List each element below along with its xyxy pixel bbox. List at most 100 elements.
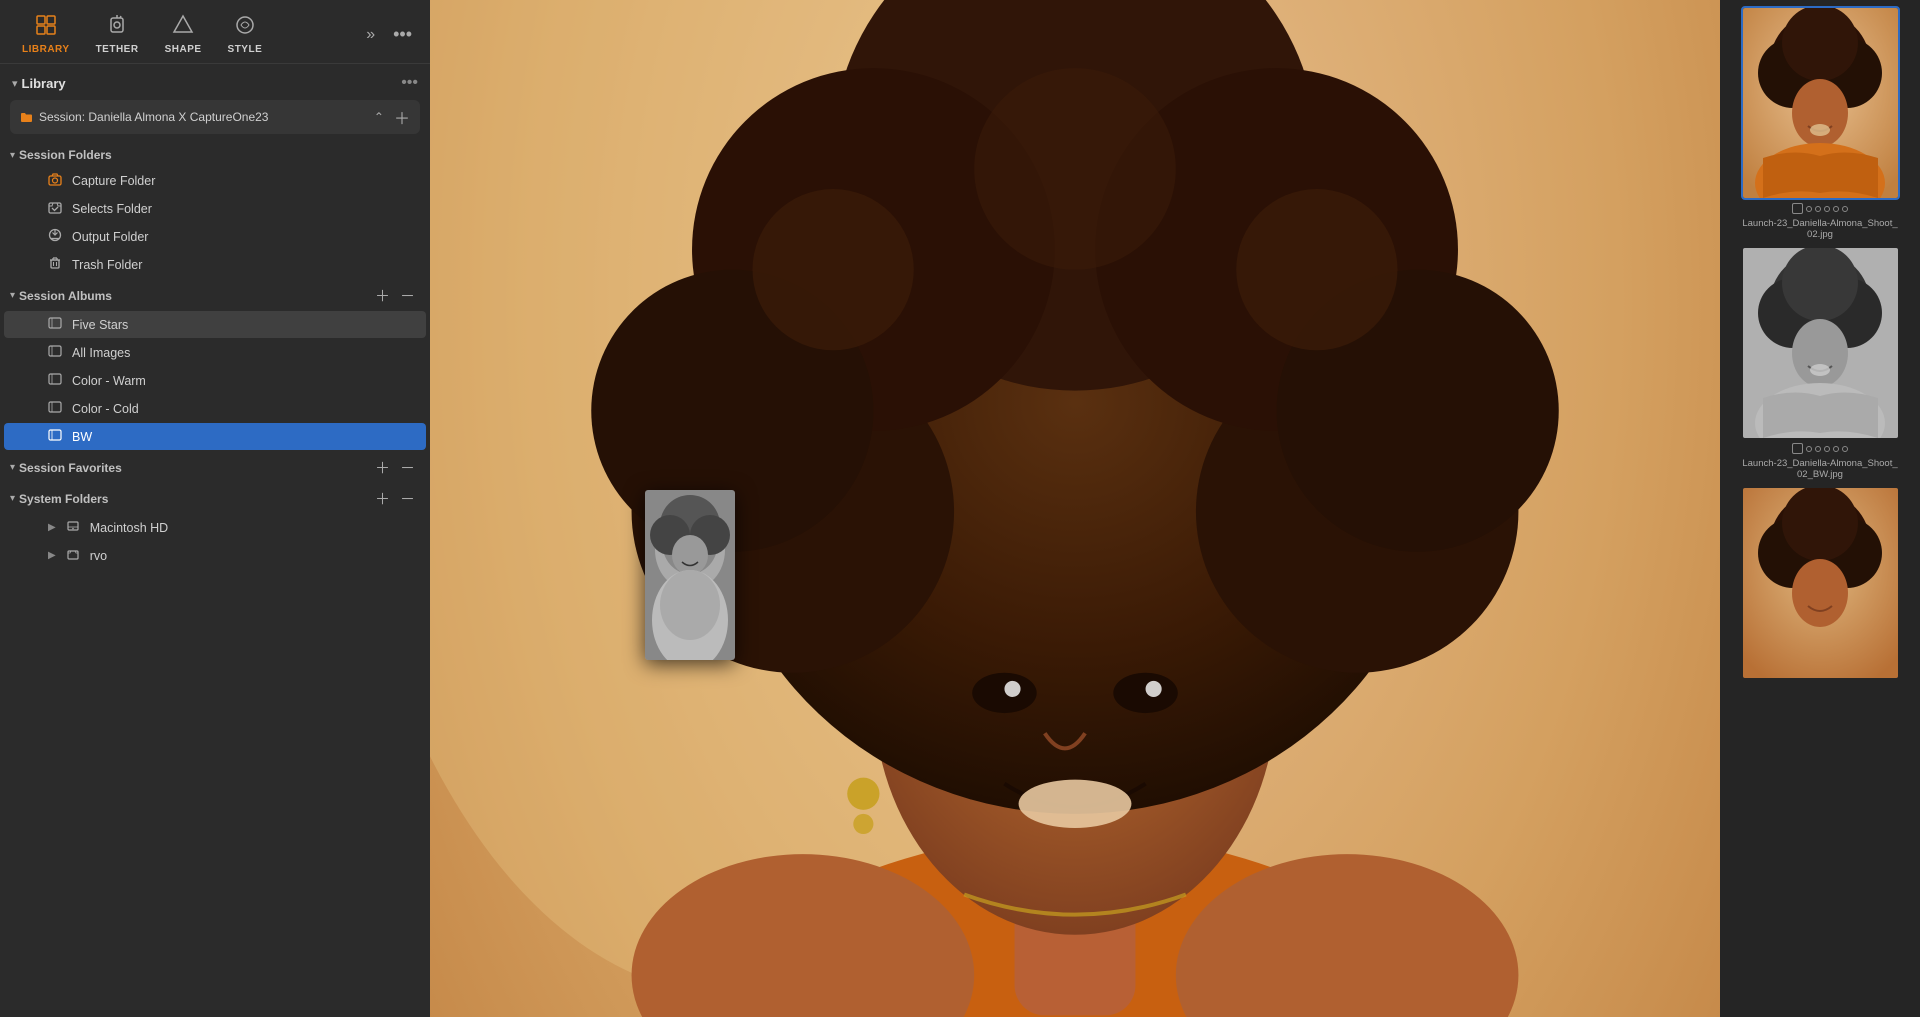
tree-item-macintosh-hd[interactable]: ▶ Macintosh HD xyxy=(4,514,426,541)
thumbnail-2-dot-5 xyxy=(1842,446,1848,452)
library-title: Library xyxy=(22,76,402,91)
thumbnail-1-dots-row xyxy=(1792,203,1848,214)
session-favorites-remove-button[interactable]: － xyxy=(397,457,418,478)
session-albums-collapse-icon: ▾ xyxy=(10,290,15,301)
thumbnail-2-dot-1 xyxy=(1806,446,1812,452)
tab-tether-label: TETHER xyxy=(96,44,139,55)
tree-item-selects-folder[interactable]: Selects Folder xyxy=(4,195,426,222)
tab-library[interactable]: LIBRARY xyxy=(12,10,80,59)
tree-item-trash-folder[interactable]: Trash Folder xyxy=(4,251,426,278)
session-folders-collapse-icon: ▾ xyxy=(10,150,15,161)
thumbnail-1-dot-4 xyxy=(1833,206,1839,212)
five-stars-label: Five Stars xyxy=(72,318,128,332)
thumbnail-3[interactable] xyxy=(1743,488,1898,678)
rvo-icon xyxy=(66,547,82,564)
capture-folder-label: Capture Folder xyxy=(72,174,155,188)
thumbnail-1-filename: Launch-23_Daniella-Almona_Shoot_02.jpg xyxy=(1740,218,1900,240)
session-favorites-add-button[interactable]: ＋ xyxy=(372,457,393,478)
thumbnail-1-dot-5 xyxy=(1842,206,1848,212)
session-arrow-icon: ⌃ xyxy=(374,110,384,124)
tree-item-bw[interactable]: BW xyxy=(4,423,426,450)
style-icon xyxy=(234,14,256,41)
popup-thumbnail xyxy=(645,490,735,660)
thumbnail-item-3 xyxy=(1726,488,1914,678)
section-session-folders[interactable]: ▾ Session Folders xyxy=(0,142,430,166)
all-images-icon xyxy=(48,344,64,361)
thumbnail-2-checkbox[interactable] xyxy=(1792,443,1803,454)
thumbnail-2-dot-3 xyxy=(1824,446,1830,452)
center-preview xyxy=(430,0,1720,1017)
thumbnail-3-image xyxy=(1743,488,1898,678)
system-folders-collapse-icon: ▾ xyxy=(10,493,15,504)
tab-library-label: LIBRARY xyxy=(22,44,70,55)
bw-label: BW xyxy=(72,430,92,444)
toolbar-expand-button[interactable]: » xyxy=(360,22,381,48)
tree-item-color-warm[interactable]: Color - Warm xyxy=(4,367,426,394)
session-label: Session: Daniella Almona X CaptureOne23 xyxy=(39,110,368,124)
tree-item-color-cold[interactable]: Color - Cold xyxy=(4,395,426,422)
tree-item-capture-folder[interactable]: Capture Folder xyxy=(4,167,426,194)
capture-folder-icon xyxy=(48,172,64,189)
thumbnail-2[interactable] xyxy=(1743,248,1898,438)
system-folders-label: System Folders xyxy=(19,492,368,506)
session-albums-add-button[interactable]: ＋ xyxy=(372,285,393,306)
tab-style-label: STYLE xyxy=(228,44,263,55)
session-albums-remove-button[interactable]: － xyxy=(397,285,418,306)
thumbnail-1-image xyxy=(1743,8,1898,198)
macintosh-hd-icon xyxy=(66,519,82,536)
session-favorites-label: Session Favorites xyxy=(19,461,368,475)
thumbnail-item-2: Launch-23_Daniella-Almona_Shoot_02_BW.jp… xyxy=(1726,248,1914,480)
system-folders-remove-button[interactable]: － xyxy=(397,488,418,509)
thumbnail-1-dot-1 xyxy=(1806,206,1812,212)
session-add-button[interactable]: ＋ xyxy=(394,105,410,129)
output-folder-label: Output Folder xyxy=(72,230,148,244)
tab-tether[interactable]: TETHER xyxy=(86,10,149,59)
section-system-folders[interactable]: ▾ System Folders ＋ － xyxy=(0,482,430,513)
thumbnail-2-dot-4 xyxy=(1833,446,1839,452)
all-images-label: All Images xyxy=(72,346,130,360)
tree-item-all-images[interactable]: All Images xyxy=(4,339,426,366)
color-warm-icon xyxy=(48,372,64,389)
selects-folder-icon xyxy=(48,200,64,217)
section-session-albums[interactable]: ▾ Session Albums ＋ － xyxy=(0,279,430,310)
trash-folder-icon xyxy=(48,256,64,273)
system-folders-add-button[interactable]: ＋ xyxy=(372,488,393,509)
popup-thumb-image xyxy=(645,490,735,660)
section-session-favorites[interactable]: ▾ Session Favorites ＋ － xyxy=(0,451,430,482)
toolbar: LIBRARY TETHER SHAPE xyxy=(0,0,430,64)
thumbnail-item-1: Launch-23_Daniella-Almona_Shoot_02.jpg xyxy=(1726,8,1914,240)
main-content: Launch-23_Daniella-Almona_Shoot_02.jpg xyxy=(430,0,1920,1017)
selects-folder-label: Selects Folder xyxy=(72,202,152,216)
tree-item-output-folder[interactable]: Output Folder xyxy=(4,223,426,250)
toolbar-more-button[interactable]: ••• xyxy=(387,20,418,49)
rvo-label: rvo xyxy=(90,549,107,563)
macintosh-hd-expand-icon: ▶ xyxy=(48,522,56,533)
thumbnail-2-dot-2 xyxy=(1815,446,1821,452)
color-warm-label: Color - Warm xyxy=(72,374,146,388)
tab-shape-label: SHAPE xyxy=(165,44,202,55)
session-selector[interactable]: Session: Daniella Almona X CaptureOne23 … xyxy=(10,100,420,134)
library-icon xyxy=(35,14,57,41)
tab-style[interactable]: STYLE xyxy=(218,10,273,59)
library-collapse-arrow[interactable]: ▾ xyxy=(12,77,18,90)
rvo-expand-icon: ▶ xyxy=(48,550,56,561)
folder-icon xyxy=(20,111,33,124)
library-options-button[interactable]: ••• xyxy=(401,74,418,92)
tab-shape[interactable]: SHAPE xyxy=(155,10,212,59)
thumbnail-1-dot-3 xyxy=(1824,206,1830,212)
right-panel: Launch-23_Daniella-Almona_Shoot_02.jpg xyxy=(1720,0,1920,1017)
macintosh-hd-label: Macintosh HD xyxy=(90,521,169,535)
session-folders-label: Session Folders xyxy=(19,148,418,162)
thumbnail-1-checkbox[interactable] xyxy=(1792,203,1803,214)
shape-icon xyxy=(172,14,194,41)
tree-item-rvo[interactable]: ▶ rvo xyxy=(4,542,426,569)
thumbnail-1[interactable] xyxy=(1743,8,1898,198)
tree-item-five-stars[interactable]: Five Stars xyxy=(4,311,426,338)
trash-folder-label: Trash Folder xyxy=(72,258,142,272)
color-cold-label: Color - Cold xyxy=(72,402,139,416)
tether-icon xyxy=(106,14,128,41)
tree: ▾ Session Folders Capture Folder xyxy=(0,142,430,1017)
thumbnail-1-dot-2 xyxy=(1815,206,1821,212)
library-header: ▾ Library ••• xyxy=(0,64,430,98)
five-stars-icon xyxy=(48,316,64,333)
